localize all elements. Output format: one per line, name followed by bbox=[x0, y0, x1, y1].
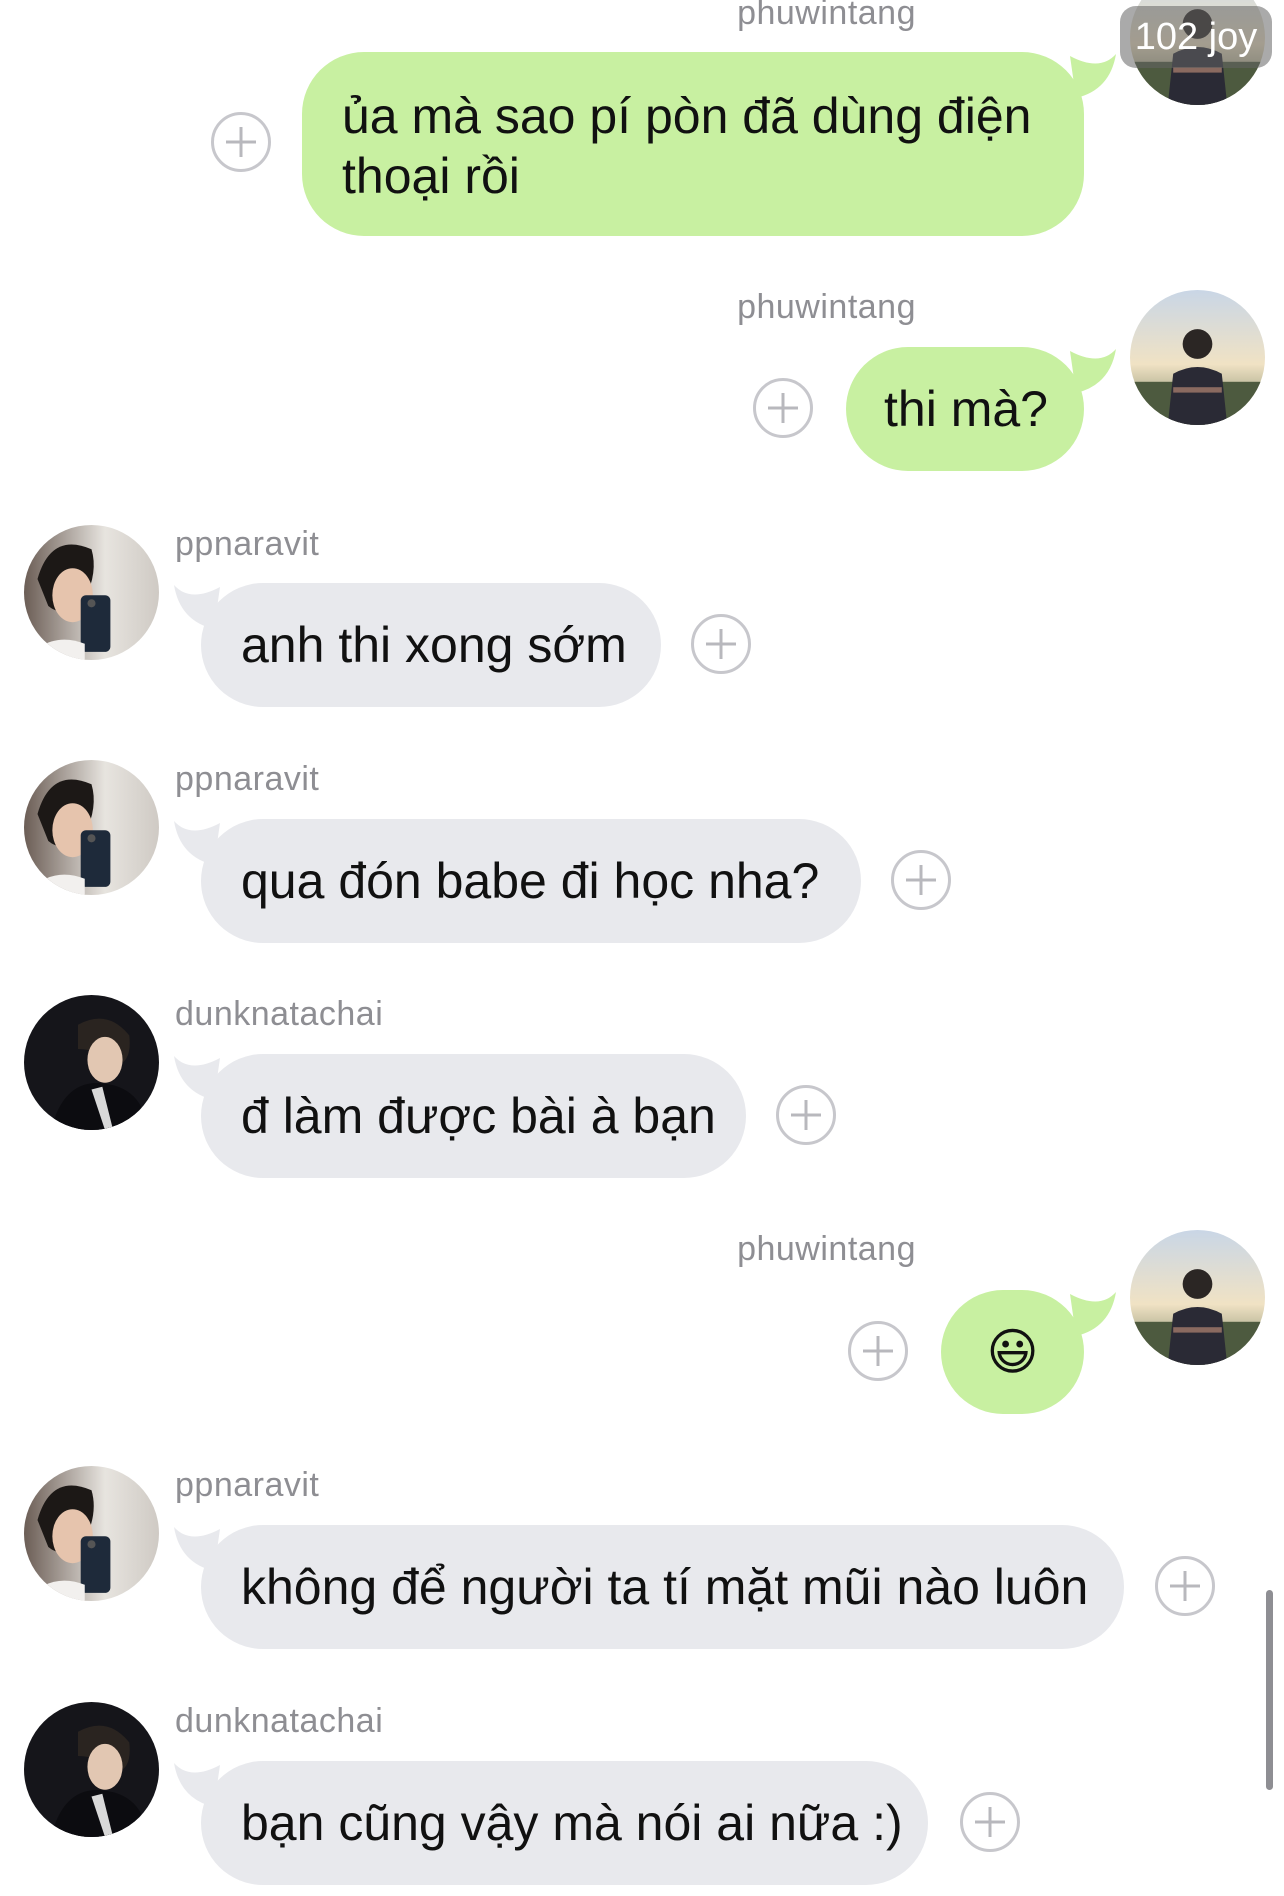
message-text-line: đ làm được bài à bạn bbox=[241, 1088, 716, 1144]
message-username: ppnaravit bbox=[175, 525, 320, 563]
avatar-ppnaravit[interactable] bbox=[24, 760, 159, 895]
message-username: phuwintang bbox=[737, 0, 916, 32]
add-reaction-button[interactable] bbox=[753, 378, 813, 438]
avatar-image bbox=[24, 995, 159, 1130]
add-reaction-button[interactable] bbox=[691, 614, 751, 674]
bubble-tail bbox=[174, 1763, 220, 1807]
avatar-image bbox=[1130, 290, 1265, 425]
add-reaction-button[interactable] bbox=[1155, 1556, 1215, 1616]
message-bubble-sent[interactable]: 😃 bbox=[941, 1290, 1084, 1414]
bubble-tail bbox=[174, 821, 220, 865]
message-bubble-sent[interactable]: thi mà? bbox=[846, 347, 1084, 471]
avatar-image bbox=[24, 1702, 159, 1837]
avatar-dunknatachai[interactable] bbox=[24, 1702, 159, 1837]
message-bubble-received[interactable]: đ làm được bài à bạn bbox=[201, 1054, 746, 1178]
message-text-line: qua đón babe đi học nha? bbox=[241, 853, 820, 909]
scrollbar[interactable] bbox=[1266, 1590, 1273, 1790]
avatar-image bbox=[24, 525, 159, 660]
message-username: ppnaravit bbox=[175, 1466, 320, 1504]
message-text-line: thoại rồi bbox=[342, 148, 520, 204]
message-text-line: thi mà? bbox=[884, 381, 1048, 437]
avatar-image bbox=[1130, 1230, 1265, 1365]
add-reaction-button[interactable] bbox=[848, 1321, 908, 1381]
message-bubble-received[interactable]: anh thi xong sớm bbox=[201, 583, 661, 707]
message-username: dunknatachai bbox=[175, 995, 384, 1033]
add-reaction-button[interactable] bbox=[960, 1792, 1020, 1852]
message-text-line: bạn cũng vậy mà nói ai nữa :) bbox=[241, 1795, 903, 1851]
message-username: ppnaravit bbox=[175, 760, 320, 798]
message-bubble-received[interactable]: qua đón babe đi học nha? bbox=[201, 819, 861, 943]
avatar-ppnaravit[interactable] bbox=[24, 1466, 159, 1601]
message-bubble-received[interactable]: bạn cũng vậy mà nói ai nữa :) bbox=[201, 1761, 928, 1885]
message-bubble-received[interactable]: không để người ta tí mặt mũi nào luôn bbox=[201, 1525, 1124, 1649]
bubble-tail bbox=[174, 1527, 220, 1571]
avatar-ppnaravit[interactable] bbox=[24, 525, 159, 660]
message-text-line: không để người ta tí mặt mũi nào luôn bbox=[241, 1559, 1089, 1615]
bubble-tail bbox=[174, 585, 220, 629]
avatar-dunknatachai[interactable] bbox=[24, 995, 159, 1130]
message-bubble-sent[interactable]: ủa mà sao pí pòn đã dùng điện thoại rồi bbox=[302, 52, 1084, 236]
message-username: phuwintang bbox=[737, 1230, 916, 1268]
bubble-tail bbox=[1070, 54, 1116, 98]
message-username: dunknatachai bbox=[175, 1702, 384, 1740]
emoji-message: 😃 bbox=[986, 1323, 1039, 1381]
message-text-line: anh thi xong sớm bbox=[241, 617, 627, 673]
message-text-line: ủa mà sao pí pòn đã dùng điện bbox=[342, 88, 1032, 144]
add-reaction-button[interactable] bbox=[776, 1085, 836, 1145]
avatar-image bbox=[24, 760, 159, 895]
add-reaction-button[interactable] bbox=[211, 112, 271, 172]
avatar-image bbox=[24, 1466, 159, 1601]
avatar-phuwintang[interactable] bbox=[1130, 290, 1265, 425]
bubble-tail bbox=[1070, 349, 1116, 393]
bubble-tail bbox=[1070, 1292, 1116, 1336]
bubble-tail bbox=[174, 1056, 220, 1100]
avatar-phuwintang[interactable] bbox=[1130, 1230, 1265, 1365]
add-reaction-button[interactable] bbox=[891, 850, 951, 910]
overlay-badge: 102 joy bbox=[1120, 6, 1272, 68]
message-username: phuwintang bbox=[737, 288, 916, 326]
